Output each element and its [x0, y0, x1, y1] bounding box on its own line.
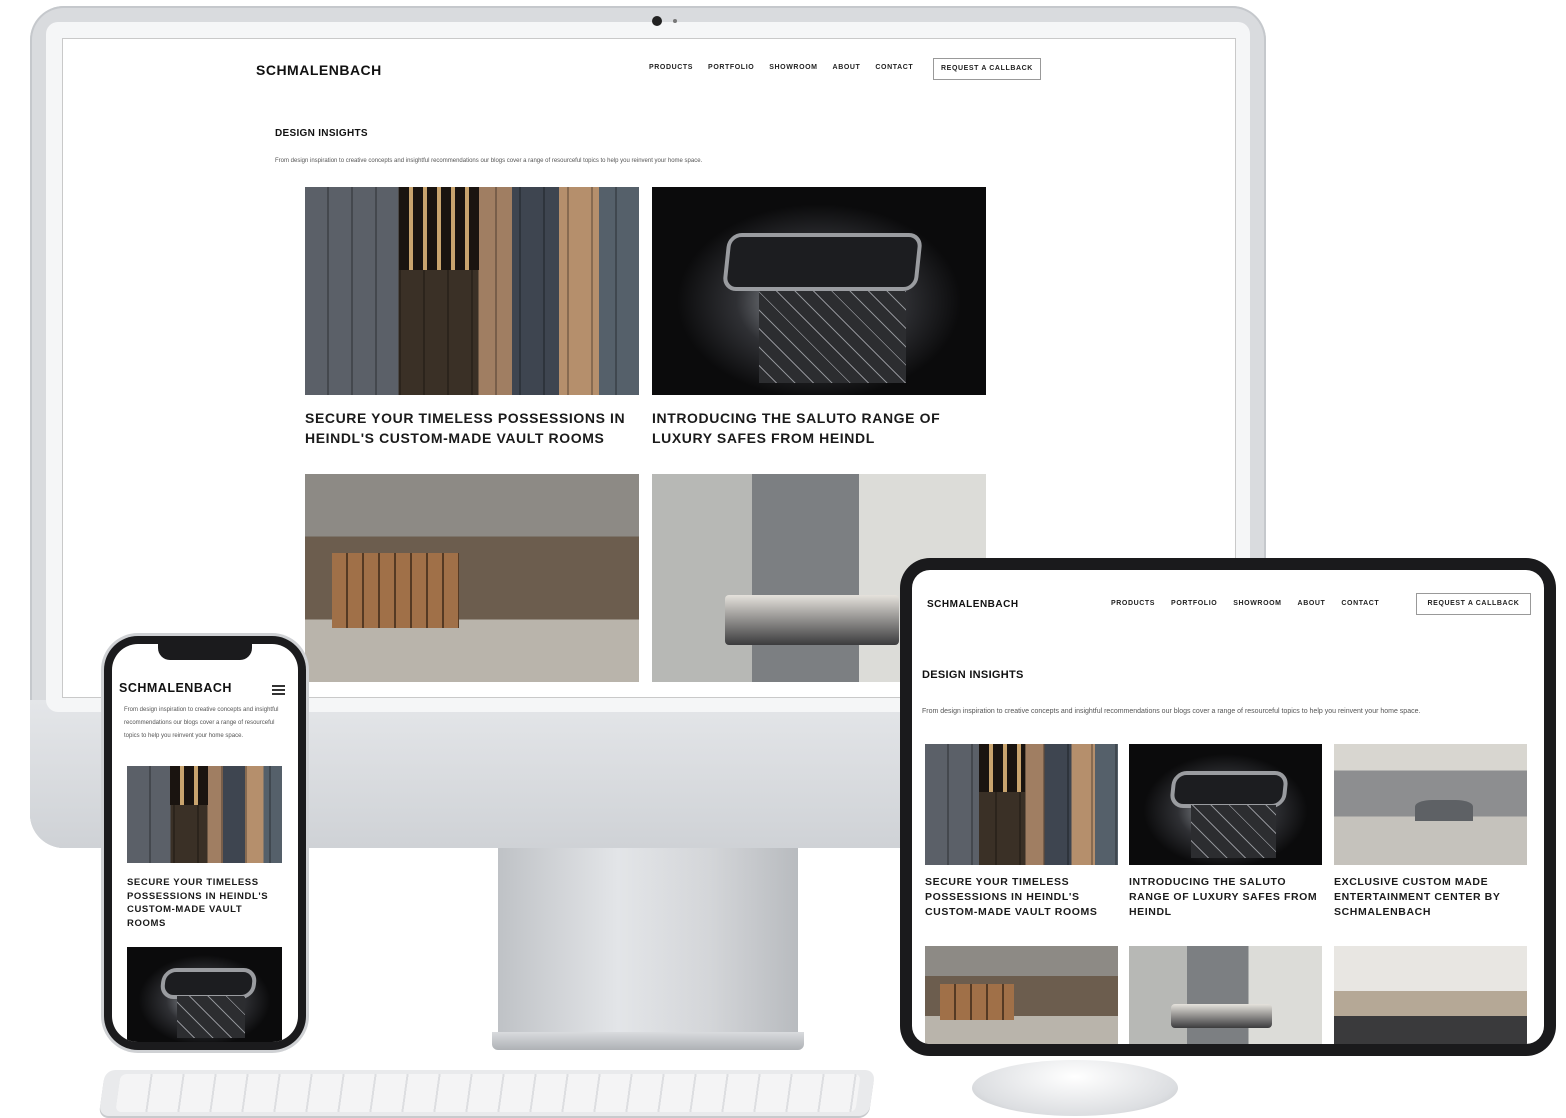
card-image-walk-in-closet[interactable] — [305, 474, 639, 682]
nav-showroom[interactable]: SHOWROOM — [769, 64, 817, 71]
section-intro: From design inspiration to creative conc… — [275, 158, 703, 164]
tablet-card-image-walk-in-closet[interactable] — [925, 946, 1118, 1044]
tablet-section-title: DESIGN INSIGHTS — [922, 669, 1024, 681]
tablet-section-intro: From design inspiration to creative conc… — [922, 708, 1421, 715]
tablet-nav-portfolio[interactable]: PORTFOLIO — [1171, 600, 1217, 607]
phone-website: SCHMALENBACH From design inspiration to … — [112, 644, 298, 1042]
keyboard-keys — [115, 1074, 861, 1112]
nav-contact[interactable]: CONTACT — [875, 64, 913, 71]
imac-stand — [498, 848, 798, 1040]
section-title: DESIGN INSIGHTS — [275, 128, 368, 139]
tablet-card-image-safe[interactable] — [1129, 744, 1322, 865]
phone-card-image-safe[interactable] — [127, 947, 282, 1042]
camera-sensor-icon — [673, 19, 677, 23]
tablet-nav-showroom[interactable]: SHOWROOM — [1233, 600, 1281, 607]
nav-products[interactable]: PRODUCTS — [649, 64, 693, 71]
card-image-safe[interactable] — [652, 187, 986, 395]
phone-card-title-vault[interactable]: SECURE YOUR TIMELESS POSSESSIONS IN HEIN… — [127, 876, 277, 930]
tablet-card-image-entertainment[interactable] — [1334, 744, 1527, 865]
tablet-nav-contact[interactable]: CONTACT — [1341, 600, 1379, 607]
tablet-request-callback-button[interactable]: REQUEST A CALLBACK — [1416, 593, 1531, 615]
phone-brand-logo[interactable]: SCHMALENBACH — [119, 681, 232, 695]
camera-icon — [652, 16, 662, 26]
hamburger-menu-icon[interactable] — [272, 683, 285, 697]
mouse — [972, 1060, 1178, 1116]
nav-portfolio[interactable]: PORTFOLIO — [708, 64, 754, 71]
tablet-card-image-living-room[interactable] — [1334, 946, 1527, 1044]
card-title-vault[interactable]: SECURE YOUR TIMELESS POSSESSIONS IN HEIN… — [305, 408, 635, 448]
main-nav: PRODUCTS PORTFOLIO SHOWROOM ABOUT CONTAC… — [649, 64, 913, 71]
phone-card-image-vault[interactable] — [127, 766, 282, 863]
tablet-card-image-vault[interactable] — [925, 744, 1118, 865]
tablet-website: SCHMALENBACH PRODUCTS PORTFOLIO SHOWROOM… — [912, 570, 1544, 1044]
phone-notch — [158, 644, 252, 660]
tablet-nav-about[interactable]: ABOUT — [1298, 600, 1326, 607]
tablet-card-title-vault[interactable]: SECURE YOUR TIMELESS POSSESSIONS IN HEIN… — [925, 875, 1118, 920]
brand-logo[interactable]: SCHMALENBACH — [256, 62, 382, 78]
tablet-card-image-bedroom[interactable] — [1129, 946, 1322, 1044]
request-callback-button[interactable]: REQUEST A CALLBACK — [933, 58, 1041, 80]
tablet-nav-products[interactable]: PRODUCTS — [1111, 600, 1155, 607]
imac-stand-base — [492, 1032, 804, 1050]
nav-about[interactable]: ABOUT — [833, 64, 861, 71]
tablet-card-title-safe[interactable]: INTRODUCING THE SALUTO RANGE OF LUXURY S… — [1129, 875, 1322, 920]
phone-section-intro: From design inspiration to creative conc… — [124, 707, 279, 739]
card-title-safe[interactable]: INTRODUCING THE SALUTO RANGE OF LUXURY S… — [652, 408, 962, 448]
tablet-card-title-entertainment[interactable]: EXCLUSIVE CUSTOM MADE ENTERTAINMENT CENT… — [1334, 875, 1527, 920]
card-image-vault[interactable] — [305, 187, 639, 395]
tablet-brand-logo[interactable]: SCHMALENBACH — [927, 599, 1019, 610]
tablet-main-nav: PRODUCTS PORTFOLIO SHOWROOM ABOUT CONTAC… — [1111, 600, 1379, 607]
